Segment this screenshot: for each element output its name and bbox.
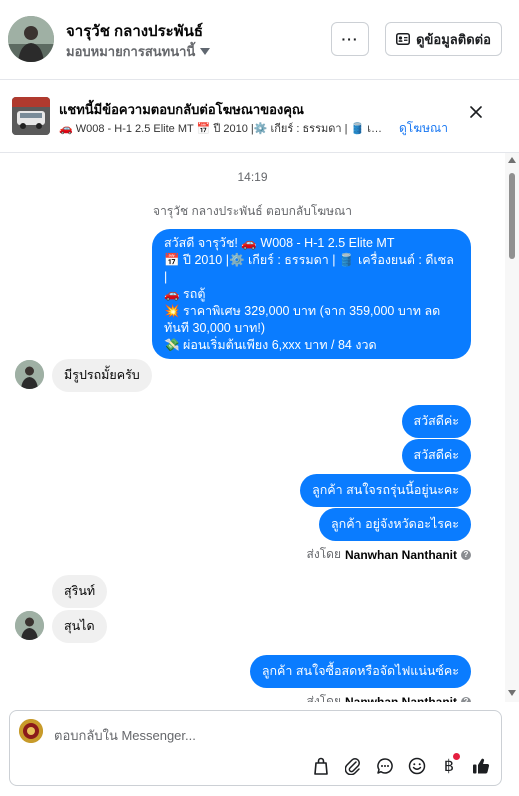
more-options-button[interactable]: ···	[331, 22, 369, 56]
sender-avatar[interactable]	[15, 360, 44, 389]
message-thread[interactable]: 14:19 จารุวัช กลางประพันธ์ ตอบกลับโฆษณา …	[0, 153, 519, 702]
ad-message-line: 🚗 รถตู้	[164, 287, 206, 301]
outgoing-message[interactable]: ลูกค้า สนใจซื้อสดหรือจัดไฟแน่นซ์คะ	[249, 655, 471, 688]
caret-down-icon	[200, 48, 211, 55]
details-label: ดูข้อมูลติดต่อ	[416, 31, 491, 47]
ad-message-line: สวัสดี จารุวัช! 🚗 W008 - H-1 2.5 Elite M…	[164, 236, 395, 250]
close-icon	[470, 106, 482, 118]
page-avatar	[19, 719, 43, 743]
attach-button[interactable]	[342, 755, 364, 777]
incoming-message[interactable]: มีรูปรถมั้ยครับ	[52, 359, 152, 392]
view-ad-link[interactable]: ดูโฆษณา	[399, 119, 448, 138]
info-icon[interactable]: ?	[461, 696, 471, 702]
sent-by-prefix: ส่งโดย	[306, 547, 341, 561]
attach-icon	[345, 758, 360, 775]
like-button[interactable]	[470, 755, 492, 777]
close-banner-button[interactable]	[470, 105, 482, 123]
scroll-down-arrow-icon[interactable]	[508, 690, 516, 696]
chat-scrollbar[interactable]	[505, 153, 519, 702]
ad-thumbnail[interactable]	[12, 97, 50, 135]
outgoing-message[interactable]: สวัสดีค่ะ	[401, 405, 471, 438]
message-timestamp: 14:19	[237, 170, 268, 184]
contact-name[interactable]: จารุวัช กลางประพันธ์	[66, 19, 203, 43]
ad-message-bubble[interactable]: สวัสดี จารุวัช! 🚗 W008 - H-1 2.5 Elite M…	[152, 229, 471, 359]
ad-banner-title: แชทนี้มีข้อความตอบกลับต่อโฆษณาของคุณ	[59, 102, 304, 117]
notification-dot	[453, 753, 460, 760]
sent-by-label: ส่งโดย Nanwhan Nanthanit ?	[307, 545, 471, 564]
composer-toolbar: ฿	[310, 753, 492, 777]
incoming-message[interactable]: สุรินท์	[52, 575, 108, 608]
assign-conversation-dropdown[interactable]: มอบหมายการสนทนานี้	[66, 41, 211, 62]
bag-button[interactable]	[310, 755, 332, 777]
incoming-message[interactable]: สุนได	[52, 610, 107, 643]
contact-card-icon	[396, 33, 411, 45]
emoji-icon	[408, 757, 426, 775]
baht-icon: ฿	[443, 758, 455, 775]
ad-message-line: 📅 ปี 2010 |⚙️ เกียร์ : ธรรมดา | 🛢️ เครื่…	[164, 253, 454, 284]
saved-replies-button[interactable]	[374, 755, 396, 777]
more-icon: ···	[341, 31, 359, 47]
sender-avatar[interactable]	[15, 611, 44, 640]
scroll-up-arrow-icon[interactable]	[508, 157, 516, 163]
contact-avatar[interactable]	[8, 16, 54, 62]
ad-reply-note: จารุวัช กลางประพันธ์ ตอบกลับโฆษณา	[153, 204, 352, 218]
bag-icon	[314, 757, 328, 775]
info-icon[interactable]: ?	[461, 549, 471, 560]
ad-banner-subtitle: 🚗 W008 - H-1 2.5 Elite MT 📅 ปี 2010 |⚙️ …	[59, 123, 389, 135]
view-contact-details-button[interactable]: ดูข้อมูลติดต่อ	[385, 22, 502, 56]
emoji-button[interactable]	[406, 755, 428, 777]
scrollbar-thumb[interactable]	[509, 173, 515, 259]
assign-label: มอบหมายการสนทนานี้	[66, 44, 196, 59]
message-composer[interactable]: ตอบกลับใน Messenger... ฿	[9, 710, 502, 786]
conversation-header: จารุวัช กลางประพันธ์ มอบหมายการสนทนานี้ …	[0, 0, 519, 80]
ad-reply-banner: แชทนี้มีข้อความตอบกลับต่อโฆษณาของคุณ 🚗 W…	[0, 81, 519, 153]
ad-message-line: 💸 ผ่อนเริ่มต้นเพียง 6,xxx บาท / 84 งวด	[164, 338, 377, 352]
thumbs-up-icon	[473, 758, 490, 774]
ad-message-line: 💥 ราคาพิเศษ 329,000 บาท (จาก 359,000 บาท…	[164, 304, 441, 335]
sent-by-name: Nanwhan Nanthanit	[344, 547, 457, 562]
reply-input[interactable]: ตอบกลับใน Messenger...	[54, 725, 196, 746]
outgoing-message[interactable]: สวัสดีค่ะ	[401, 439, 471, 472]
outgoing-message[interactable]: ลูกค้า สนใจรถรุ่นนี้อยู่นะคะ	[300, 474, 471, 507]
sent-by-prefix: ส่งโดย	[306, 694, 341, 702]
sent-by-label: ส่งโดย Nanwhan Nanthanit ?	[307, 692, 471, 702]
sent-by-name: Nanwhan Nanthanit	[344, 694, 457, 703]
chat-icon	[377, 758, 393, 774]
outgoing-message[interactable]: ลูกค้า อยู่จังหวัดอะไรคะ	[318, 508, 471, 541]
payment-button[interactable]: ฿	[438, 753, 460, 777]
